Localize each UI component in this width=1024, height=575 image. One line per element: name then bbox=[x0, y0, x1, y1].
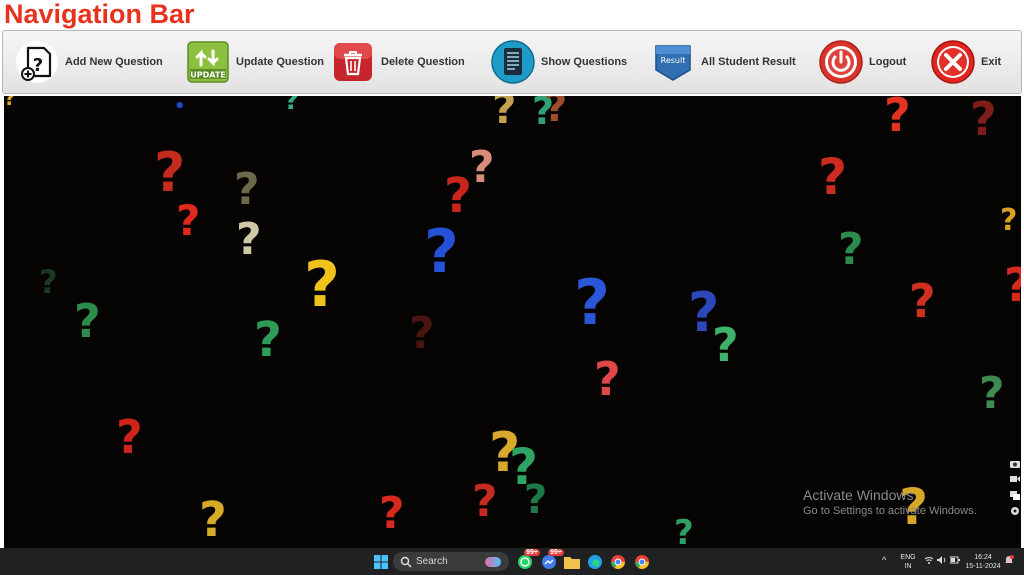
region-label: IN bbox=[904, 563, 912, 570]
language-label: ENG bbox=[900, 554, 916, 561]
chrome-profile-icon[interactable] bbox=[632, 552, 651, 571]
side-toolbar bbox=[1006, 456, 1023, 518]
camera-icon[interactable] bbox=[1008, 456, 1022, 470]
search-highlight-icon bbox=[485, 556, 501, 567]
language-indicator[interactable]: ENG IN bbox=[898, 553, 918, 571]
delete-question-label: Delete Question bbox=[381, 56, 465, 68]
clock-time: 16:24 bbox=[974, 554, 992, 561]
close-circle-icon bbox=[931, 40, 975, 84]
logout-button[interactable]: Logout bbox=[819, 31, 906, 93]
all-student-result-label: All Student Result bbox=[701, 56, 796, 68]
logout-label: Logout bbox=[869, 56, 907, 68]
trash-icon bbox=[334, 43, 372, 81]
video-icon[interactable] bbox=[1008, 472, 1022, 486]
update-icon: UPDATE bbox=[187, 41, 229, 83]
update-icon-text: UPDATE bbox=[190, 71, 226, 80]
messenger-icon[interactable]: 99+ bbox=[539, 549, 564, 571]
edge-browser-icon[interactable] bbox=[585, 552, 604, 571]
clock-date: 15-11-2024 bbox=[965, 563, 1001, 570]
watermark-line2: Go to Settings to activate Windows. bbox=[803, 505, 977, 517]
document-icon bbox=[491, 40, 535, 84]
screens-icon[interactable] bbox=[1008, 488, 1022, 502]
add-question-icon: ? bbox=[16, 41, 58, 83]
clock[interactable]: 16:24 15-11-2024 bbox=[963, 553, 1003, 571]
page-title: Navigation Bar bbox=[4, 0, 195, 29]
chrome-icon[interactable] bbox=[608, 552, 627, 571]
update-question-label: Update Question bbox=[236, 56, 325, 68]
volume-icon[interactable] bbox=[937, 556, 947, 567]
exit-button[interactable]: Exit bbox=[931, 31, 1001, 93]
add-new-question-button[interactable]: ? Add New Question bbox=[15, 31, 163, 93]
search-label: Search bbox=[416, 556, 448, 567]
file-explorer-icon[interactable] bbox=[562, 552, 581, 571]
all-student-result-button[interactable]: Result All Student Result bbox=[651, 31, 796, 93]
search-icon bbox=[400, 556, 412, 568]
add-new-question-label: Add New Question bbox=[65, 56, 163, 68]
taskbar-search[interactable]: Search bbox=[393, 552, 509, 571]
whatsapp-badge: 99+ bbox=[524, 549, 540, 556]
windows-start-icon[interactable] bbox=[371, 552, 390, 571]
background-image: ? • ? ? ? ? ? ? ? ? ? ? ? ? ? ? ? ? ? ? … bbox=[4, 96, 1021, 548]
whatsapp-icon[interactable]: 99+ bbox=[515, 549, 540, 571]
wifi-icon[interactable] bbox=[924, 556, 934, 566]
result-badge-icon: Result bbox=[655, 45, 691, 81]
settings-icon[interactable] bbox=[1008, 504, 1022, 518]
show-questions-button[interactable]: Show Questions bbox=[491, 31, 627, 93]
show-questions-label: Show Questions bbox=[541, 56, 628, 68]
activate-windows-watermark: Activate Windows Go to Settings to activ… bbox=[803, 487, 977, 517]
taskbar: Search 99+ 99+ ^ ENG IN 16:24 15-11-2024 bbox=[0, 548, 1024, 575]
battery-icon[interactable] bbox=[949, 556, 960, 567]
watermark-line1: Activate Windows bbox=[803, 487, 914, 503]
power-icon bbox=[819, 40, 863, 84]
navigation-toolbar: ? Add New Question UPDATE Update Questio… bbox=[2, 30, 1022, 94]
exit-label: Exit bbox=[981, 56, 1002, 68]
result-badge-text: Result bbox=[661, 56, 686, 65]
update-question-button[interactable]: UPDATE Update Question bbox=[186, 31, 324, 93]
tray-expand-icon[interactable]: ^ bbox=[882, 556, 886, 565]
delete-question-button[interactable]: Delete Question bbox=[331, 31, 465, 93]
notification-bell-icon[interactable] bbox=[1004, 555, 1014, 568]
